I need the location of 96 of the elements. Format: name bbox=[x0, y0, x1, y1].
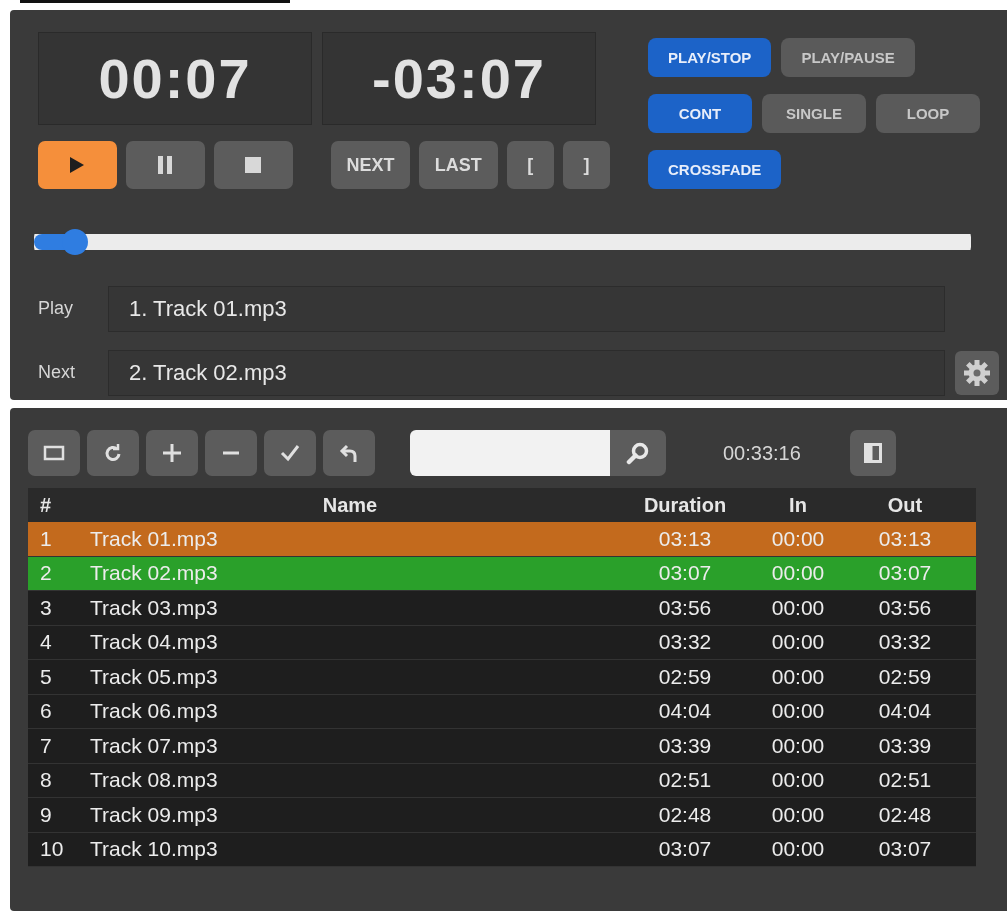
out-cell-text: 03:32 bbox=[877, 630, 933, 655]
play-label: Play bbox=[38, 298, 74, 319]
out-cell-text: 03:07 bbox=[877, 561, 933, 586]
duration-cell-text: 02:59 bbox=[657, 664, 713, 689]
duration-cell-text: 02:51 bbox=[657, 768, 713, 793]
pause-button[interactable] bbox=[125, 141, 205, 189]
plus-icon bbox=[161, 442, 183, 464]
panel-toggle-button[interactable] bbox=[850, 430, 896, 476]
duration-cell-text: 03:39 bbox=[657, 733, 713, 758]
out-cell-text: 02:59 bbox=[877, 664, 933, 689]
track-name: Track 09.mp3 bbox=[89, 802, 219, 827]
search-icon bbox=[626, 441, 650, 465]
slider-thumb[interactable] bbox=[34, 229, 89, 255]
reload-button[interactable] bbox=[87, 430, 139, 476]
stop-icon bbox=[245, 157, 262, 173]
search-field[interactable] bbox=[410, 430, 610, 476]
nav-button[interactable]: LAST bbox=[418, 141, 498, 189]
track-name: Track 07.mp3 bbox=[89, 733, 219, 758]
in-cell-text: 00:00 bbox=[770, 526, 826, 551]
out-cell-text: 03:13 bbox=[877, 526, 933, 551]
in-cell-text: 00:00 bbox=[770, 595, 826, 620]
next-label: Next bbox=[38, 362, 76, 383]
out-cell-text: 02:48 bbox=[877, 802, 933, 827]
column-header[interactable]: In bbox=[750, 493, 846, 517]
in-cell-text: 00:00 bbox=[770, 768, 826, 793]
search-button[interactable] bbox=[610, 430, 666, 476]
in-cell-text: 00:00 bbox=[770, 664, 826, 689]
in-cell-text: 00:00 bbox=[770, 630, 826, 655]
track-number: 5 bbox=[39, 664, 53, 689]
duration-cell-text: 03:32 bbox=[657, 630, 713, 655]
duration-cell-text: 03:56 bbox=[657, 595, 713, 620]
track-name: Track 01.mp3 bbox=[89, 526, 219, 551]
next-track-field: 2. Track 02.mp3 bbox=[108, 349, 945, 396]
track-number: 4 bbox=[39, 630, 53, 655]
mode-button[interactable]: SINGLE bbox=[762, 94, 866, 133]
track-number: 1 bbox=[39, 526, 53, 551]
now-playing-field: 1. Track 01.mp3 bbox=[108, 285, 945, 332]
nav-button[interactable]: ] bbox=[562, 141, 611, 189]
track-number: 6 bbox=[39, 699, 53, 724]
screen-button[interactable] bbox=[28, 430, 80, 476]
in-cell-text: 00:00 bbox=[770, 561, 826, 586]
out-cell-text: 03:56 bbox=[877, 595, 933, 620]
mode-button[interactable]: LOOP bbox=[876, 94, 980, 133]
track-name: Track 06.mp3 bbox=[89, 699, 219, 724]
mode-button[interactable]: CONT bbox=[648, 94, 752, 133]
track-name: Track 02.mp3 bbox=[89, 561, 219, 586]
track-name: Track 08.mp3 bbox=[89, 768, 219, 793]
total-time: 00:33:16 bbox=[723, 441, 802, 465]
out-cell-text: 02:51 bbox=[877, 768, 933, 793]
track-number: 10 bbox=[39, 837, 65, 862]
nav-button[interactable]: [ bbox=[506, 141, 554, 189]
in-cell-text: 00:00 bbox=[770, 733, 826, 758]
in-cell-text: 00:00 bbox=[770, 837, 826, 862]
column-header[interactable]: Duration bbox=[620, 493, 750, 517]
play-icon bbox=[69, 156, 86, 174]
track-number: 3 bbox=[39, 595, 53, 620]
duration-cell-text: 04:04 bbox=[657, 699, 713, 724]
checkmark-icon bbox=[279, 442, 301, 464]
duration-cell-text: 03:13 bbox=[657, 526, 713, 551]
track-name: Track 04.mp3 bbox=[89, 630, 219, 655]
track-name: Track 05.mp3 bbox=[89, 664, 219, 689]
remove-button[interactable] bbox=[205, 430, 257, 476]
stop-button[interactable] bbox=[213, 141, 293, 189]
in-cell-text: 00:00 bbox=[770, 802, 826, 827]
pause-icon bbox=[158, 156, 173, 174]
duration-cell-text: 03:07 bbox=[657, 837, 713, 862]
track-number: 9 bbox=[39, 802, 53, 827]
track-number: 2 bbox=[39, 561, 53, 586]
column-header[interactable]: # bbox=[28, 493, 80, 517]
track-number: 8 bbox=[39, 768, 53, 793]
mode-button[interactable]: PLAY/PAUSE bbox=[781, 38, 915, 77]
settings-button[interactable] bbox=[955, 350, 999, 395]
track-name: Track 03.mp3 bbox=[89, 595, 219, 620]
mode-button[interactable]: CROSSFADE bbox=[648, 150, 782, 189]
out-cell-text: 03:39 bbox=[877, 733, 933, 758]
in-cell-text: 00:00 bbox=[770, 699, 826, 724]
duration-cell-text: 02:48 bbox=[657, 802, 713, 827]
undo-button[interactable] bbox=[323, 430, 375, 476]
out-cell-text: 04:04 bbox=[877, 699, 933, 724]
remaining-time: -03:07 bbox=[322, 32, 596, 125]
duration-cell-text: 03:07 bbox=[657, 561, 713, 586]
elapsed-time: 00:07 bbox=[38, 32, 312, 125]
undo-arrow-icon bbox=[338, 442, 360, 464]
track-name: Track 10.mp3 bbox=[89, 837, 219, 862]
check-button[interactable] bbox=[264, 430, 316, 476]
track-number: 7 bbox=[39, 733, 53, 758]
column-header[interactable]: Out bbox=[846, 493, 964, 517]
column-header[interactable]: Name bbox=[80, 493, 620, 517]
out-cell-text: 03:07 bbox=[877, 837, 933, 862]
add-button[interactable] bbox=[146, 430, 198, 476]
play-button[interactable] bbox=[38, 141, 117, 189]
mode-button[interactable]: PLAY/STOP bbox=[648, 38, 772, 77]
sidebar-icon bbox=[864, 443, 882, 463]
minus-icon bbox=[220, 451, 242, 455]
settings-icon bbox=[963, 358, 991, 387]
nav-button[interactable]: NEXT bbox=[331, 141, 410, 189]
